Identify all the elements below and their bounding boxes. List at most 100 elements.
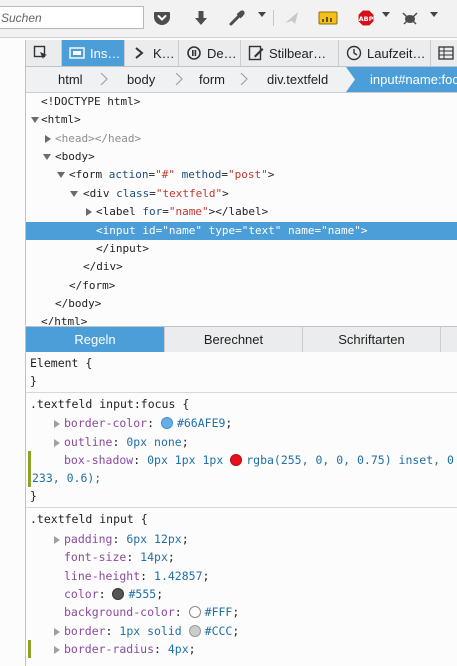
- expander-icon[interactable]: [54, 419, 62, 429]
- chevron-right-icon: [175, 73, 183, 85]
- markup-line[interactable]: <!DOCTYPE html>: [26, 93, 457, 111]
- toolbar-divider: [273, 10, 274, 26]
- color-swatch[interactable]: [188, 606, 201, 618]
- markup-line[interactable]: <head></head>: [26, 130, 457, 148]
- twisty-open-icon[interactable]: [69, 185, 79, 203]
- sync-icon[interactable]: [282, 8, 302, 28]
- color-swatch[interactable]: [112, 588, 125, 600]
- rule-close-brace: }: [30, 374, 37, 388]
- breadcrumb-item-active[interactable]: input#name:focus: [346, 67, 457, 92]
- changed-indicator: [28, 640, 31, 658]
- chevron-down-icon[interactable]: [382, 12, 390, 17]
- tab-label: De…: [207, 45, 237, 61]
- property-border[interactable]: border: 1px solid #CCC;: [64, 622, 239, 640]
- property-background-color[interactable]: background-color: #FFF;: [64, 603, 239, 621]
- reader-view-icon[interactable]: [318, 8, 338, 28]
- tab-label: Laufzeit…: [367, 45, 426, 61]
- expander-icon[interactable]: [54, 535, 62, 545]
- markup-line[interactable]: <html>: [26, 111, 457, 129]
- chevron-down-icon[interactable]: [430, 12, 438, 17]
- twisty-open-icon[interactable]: [30, 111, 40, 129]
- property-color[interactable]: color: #555;: [64, 585, 163, 603]
- download-icon[interactable]: [191, 8, 211, 28]
- adblock-plus-icon[interactable]: ABP: [356, 8, 376, 28]
- breadcrumb-item[interactable]: div.textfeld: [267, 67, 328, 92]
- tab-style-editor[interactable]: Stilbear…: [241, 40, 339, 66]
- property-box-shadow-wrap: 233, 0.6);: [32, 471, 102, 485]
- tab-debugger[interactable]: De…: [179, 40, 241, 66]
- inspector-icon: [69, 45, 85, 61]
- style-editor-icon: [248, 45, 264, 61]
- markup-view[interactable]: <!DOCTYPE html> <html> <head></head> <bo…: [25, 93, 457, 325]
- element-picker-icon: [33, 45, 49, 61]
- chevron-right-icon: [240, 73, 248, 85]
- breadcrumb: html body form div.textfeld input#name:f…: [25, 67, 457, 93]
- twisty-closed-icon[interactable]: [42, 130, 52, 148]
- tab-performance[interactable]: Laufzeit…: [339, 40, 431, 66]
- color-swatch[interactable]: [230, 454, 243, 466]
- markup-line-selected[interactable]: <input id="name" type="text" name="name"…: [26, 222, 457, 240]
- property-font-size[interactable]: font-size: 14px;: [64, 548, 175, 566]
- markup-line[interactable]: <label for="name"></label>: [26, 203, 457, 221]
- property-outline[interactable]: outline: 0px none;: [64, 433, 189, 451]
- svg-text:ABP: ABP: [359, 15, 374, 23]
- chevron-right-icon: [100, 73, 108, 85]
- chevron-right-icon: [346, 67, 355, 92]
- color-swatch[interactable]: [160, 417, 173, 429]
- color-swatch[interactable]: [188, 625, 201, 637]
- rule-divider: [26, 507, 457, 508]
- expander-icon[interactable]: [54, 645, 62, 655]
- search-box[interactable]: [0, 6, 144, 29]
- search-input[interactable]: [0, 7, 141, 28]
- console-icon: [132, 45, 148, 61]
- twisty-open-icon[interactable]: [56, 166, 66, 184]
- tab-rules[interactable]: Regeln: [26, 327, 165, 352]
- doctype-text: <!DOCTYPE html>: [41, 95, 141, 108]
- pocket-icon[interactable]: [152, 8, 172, 28]
- tab-inspector[interactable]: Ins…: [62, 40, 125, 66]
- greasemonkey-icon[interactable]: [400, 8, 420, 28]
- html-close-tag: </html>: [41, 315, 88, 325]
- chevron-down-icon[interactable]: [258, 12, 266, 17]
- property-box-shadow[interactable]: box-shadow: 0px 1px 1px rgba(255, 0, 0, …: [64, 451, 454, 469]
- expander-icon[interactable]: [54, 438, 62, 448]
- twisty-closed-icon[interactable]: [83, 203, 93, 221]
- devtools-tabbar: Ins… K… De… Stilbear… Laufzeit…: [25, 40, 457, 67]
- tab-computed[interactable]: Berechnet: [165, 327, 303, 352]
- eyedropper-icon[interactable]: [227, 8, 247, 28]
- focus-rule-selector[interactable]: .textfeld input:focus {: [30, 395, 189, 413]
- picker-button[interactable]: [26, 40, 62, 66]
- changed-indicator: [28, 451, 31, 487]
- input-tag: <input id="name" type="text" name="name"…: [96, 224, 368, 237]
- debugger-icon: [186, 45, 202, 61]
- body-close-tag: </body>: [55, 297, 102, 310]
- breadcrumb-item[interactable]: body: [127, 67, 155, 92]
- markup-line[interactable]: </html>: [26, 313, 457, 325]
- input-rule-selector[interactable]: .textfeld input {: [30, 510, 148, 528]
- breadcrumb-item[interactable]: html: [58, 67, 83, 92]
- markup-line[interactable]: <body>: [26, 148, 457, 166]
- tab-overflow[interactable]: [431, 40, 457, 66]
- property-border-radius[interactable]: border-radius: 4px;: [64, 640, 196, 658]
- markup-line[interactable]: </div>: [26, 258, 457, 276]
- markup-line[interactable]: </input>: [26, 240, 457, 258]
- property-line-height[interactable]: line-height: 1.42857;: [64, 567, 209, 585]
- label-tag: <label for="name"></label>: [96, 205, 269, 218]
- tab-console[interactable]: K…: [125, 40, 179, 66]
- rule-close-brace: }: [30, 489, 37, 503]
- markup-line[interactable]: </body>: [26, 295, 457, 313]
- input-close-tag: </input>: [96, 242, 149, 255]
- head-tag: <head></head>: [55, 132, 142, 145]
- breadcrumb-item[interactable]: form: [199, 67, 225, 92]
- form-close-tag: </form>: [69, 279, 116, 292]
- rule-divider: [26, 392, 457, 393]
- expander-icon[interactable]: [54, 627, 62, 637]
- markup-line[interactable]: </form>: [26, 277, 457, 295]
- twisty-open-icon[interactable]: [42, 148, 52, 166]
- property-border-color[interactable]: border-color: #66AFE9;: [64, 414, 232, 432]
- tab-fonts[interactable]: Schriftarten: [303, 327, 441, 352]
- rules-panel[interactable]: Element { } .textfeld input:focus { bord…: [25, 352, 457, 666]
- property-padding[interactable]: padding: 6px 12px;: [64, 530, 189, 548]
- markup-line[interactable]: <div class="textfeld">: [26, 185, 457, 203]
- markup-line[interactable]: <form action="#" method="post">: [26, 166, 457, 184]
